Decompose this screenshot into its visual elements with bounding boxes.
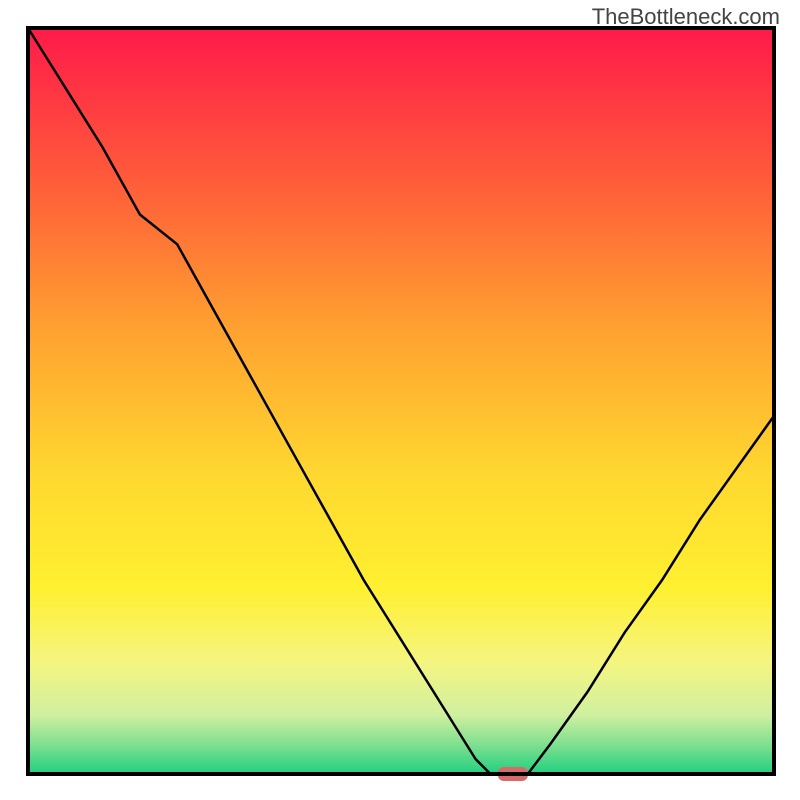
plot-background xyxy=(28,28,774,774)
watermark-text: TheBottleneck.com xyxy=(592,4,780,30)
bottleneck-chart xyxy=(0,0,800,800)
